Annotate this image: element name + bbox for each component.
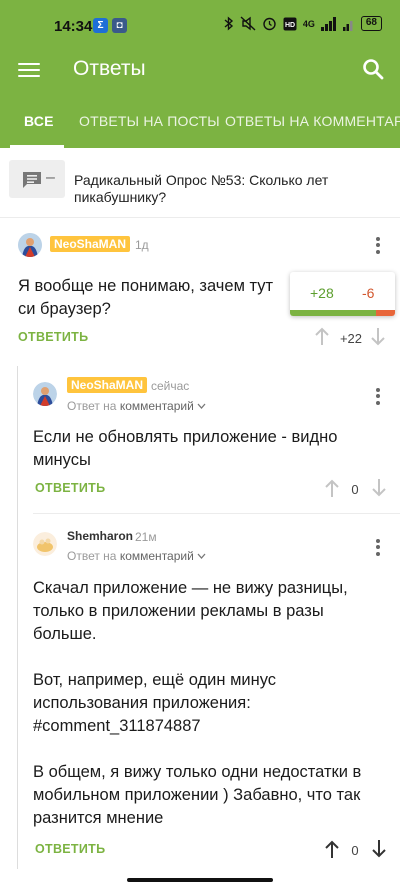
post-thumbnail: – — [9, 160, 65, 198]
reply-to-prefix: Ответ на — [67, 549, 117, 563]
downvote-icon[interactable] — [370, 478, 388, 498]
hd-icon: HD — [283, 17, 297, 30]
comment-line — [33, 738, 393, 761]
comment-icon — [23, 172, 41, 188]
avatar[interactable] — [33, 532, 57, 556]
comment-text: Я вообще не понимаю, зачем тут си браузе… — [18, 277, 274, 318]
page-title: Ответы — [73, 57, 146, 80]
system-nav-bar — [0, 869, 400, 889]
post-title[interactable]: Радикальный Опрос №53: Сколько лет пикаб… — [74, 172, 374, 206]
comment-score: +22 — [339, 331, 363, 346]
tab-bar: ВСЕ ОТВЕТЫ НА ПОСТЫ ОТВЕТЫ НА КОММЕНТАРИ… — [0, 100, 400, 148]
chevron-down-icon — [197, 553, 206, 559]
avatar[interactable] — [33, 382, 57, 406]
app-bar: Ответы — [0, 50, 400, 100]
comment-line — [33, 646, 393, 669]
comment-line: только в приложении рекламы в разы — [33, 602, 324, 620]
more-icon[interactable] — [375, 536, 381, 558]
reply-to-target[interactable]: комментарий — [120, 549, 194, 563]
notification-icon: Σ — [93, 18, 108, 33]
avatar-image — [33, 382, 57, 406]
reply-button[interactable]: ОТВЕТИТЬ — [35, 842, 105, 856]
status-icons: HD 4G 68 — [224, 16, 382, 31]
upvote-icon[interactable] — [313, 326, 331, 346]
reply-button[interactable]: ОТВЕТИТЬ — [18, 330, 88, 344]
chevron-down-icon — [197, 403, 206, 409]
avatar-image — [33, 532, 57, 556]
reply-to-prefix: Ответ на — [67, 399, 117, 413]
comment-time: сейчас — [151, 379, 190, 393]
notification-icon: ◘ — [112, 18, 127, 33]
more-icon[interactable] — [375, 385, 381, 407]
comment-time: 21м — [135, 530, 157, 544]
rating-bar-negative — [376, 310, 395, 316]
avatar-image — [18, 233, 42, 257]
author-name[interactable]: Shemharon — [67, 529, 133, 543]
comment-line: Вот, например, ещё один минус — [33, 671, 277, 689]
signal-icon — [320, 16, 336, 31]
rating-popup: +28 -6 — [290, 272, 395, 316]
reply-to-target[interactable]: комментарий — [120, 399, 194, 413]
more-icon[interactable] — [375, 234, 381, 256]
author-badge[interactable]: NeoShaMAN — [67, 377, 148, 393]
comment-line: больше. — [33, 625, 97, 643]
reply-button[interactable]: ОТВЕТИТЬ — [35, 481, 105, 495]
network-type: 4G — [302, 18, 315, 29]
downvote-icon[interactable] — [370, 839, 388, 859]
comment-time: 1д — [135, 238, 149, 252]
downvote-icon[interactable] — [369, 327, 387, 347]
tab-comment-replies[interactable]: ОТВЕТЫ НА КОММЕНТАРИИ — [225, 113, 400, 129]
upvote-icon[interactable] — [323, 839, 341, 859]
comment-line: Скачал приложение — не вижу разницы, — [33, 579, 348, 597]
avatar[interactable] — [18, 233, 42, 257]
comment-line: использования приложения: — [33, 694, 251, 712]
bluetooth-icon — [224, 16, 233, 31]
home-indicator[interactable] — [127, 878, 273, 882]
rating-minus: -6 — [362, 285, 375, 301]
post-dash: – — [46, 169, 55, 186]
reply-to[interactable]: Ответ на комментарий — [67, 549, 206, 563]
menu-icon[interactable] — [18, 59, 40, 81]
post-header[interactable]: – Радикальный Опрос №53: Сколько лет пик… — [0, 148, 400, 218]
rating-bar-positive — [290, 310, 376, 316]
mute-icon — [240, 16, 256, 31]
rating-plus: +28 — [310, 285, 334, 301]
upvote-icon[interactable] — [323, 478, 341, 498]
comment-score: 0 — [351, 482, 359, 497]
tab-post-replies[interactable]: ОТВЕТЫ НА ПОСТЫ — [79, 113, 220, 129]
status-bar: 14:34 Σ ◘ HD 4G 68 — [0, 0, 400, 50]
status-time: 14:34 — [54, 18, 93, 35]
search-icon[interactable] — [360, 56, 386, 82]
battery-icon: 68 — [360, 16, 382, 31]
svg-text:HD: HD — [285, 22, 295, 29]
comment-text: Если не обновлять приложение - видно мин… — [33, 428, 338, 469]
divider — [33, 513, 400, 514]
signal-icon — [342, 20, 353, 31]
thread-line — [17, 366, 18, 869]
alarm-icon — [263, 17, 276, 31]
tab-all[interactable]: ВСЕ — [24, 113, 54, 129]
comment-line: В общем, я вижу только одни недостатки в — [33, 763, 362, 781]
comment-line: разнится мнение — [33, 809, 164, 827]
reply-to[interactable]: Ответ на комментарий — [67, 399, 206, 413]
comment-score: 0 — [351, 843, 359, 858]
comment-text: Скачал приложение — не вижу разницы, толь… — [33, 577, 393, 830]
comment-line: мобильном приложении ) Забавно, что так — [33, 786, 361, 804]
comment-line[interactable]: #comment_311874887 — [33, 715, 393, 738]
author-badge[interactable]: NeoShaMAN — [50, 236, 131, 252]
